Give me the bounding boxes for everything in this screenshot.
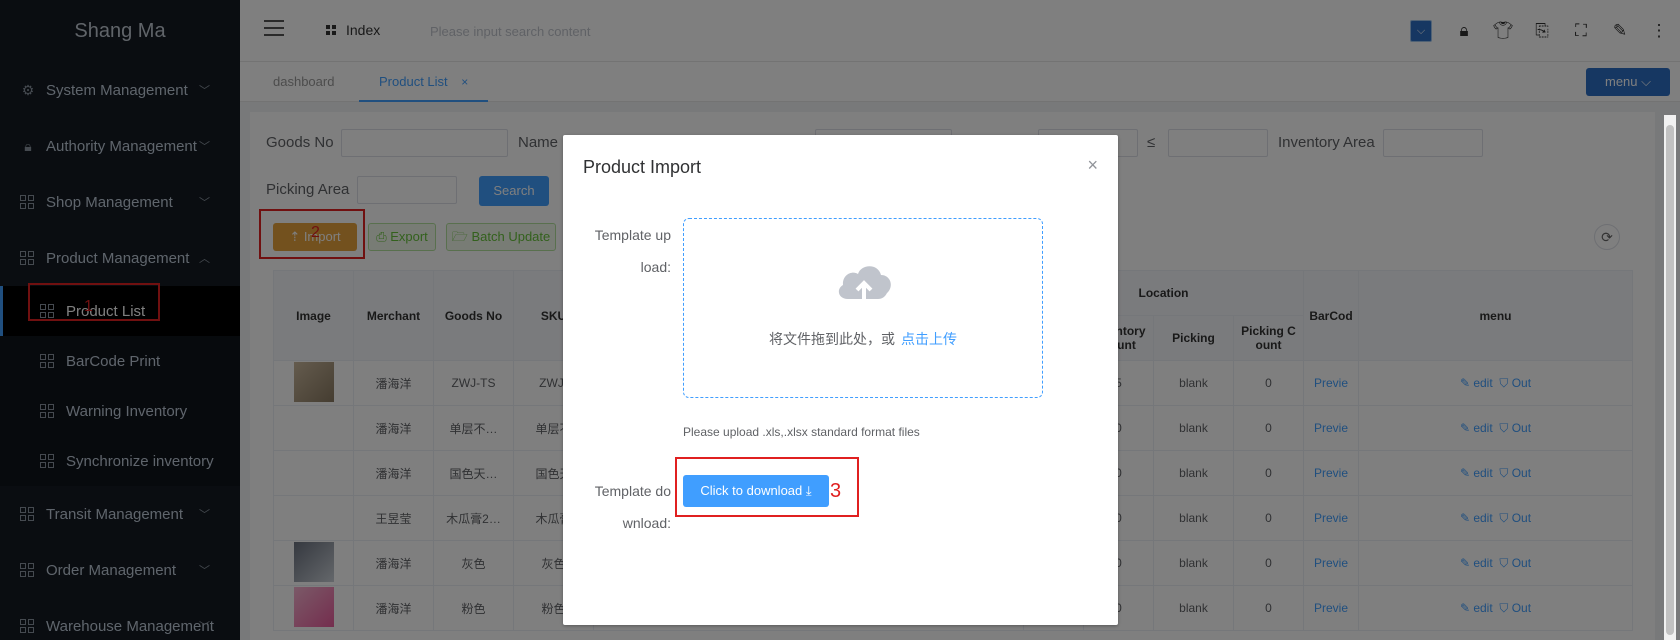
upload-tip: Please upload .xls,.xlsx standard format… bbox=[683, 425, 920, 439]
upload-label: Template up load: bbox=[576, 219, 671, 283]
upload-label-line2: load: bbox=[640, 259, 671, 275]
scrollbar[interactable] bbox=[1664, 115, 1676, 640]
upload-text: 将文件拖到此处，或 点击上传 bbox=[684, 329, 1042, 349]
annotation-number-3: 3 bbox=[830, 480, 842, 502]
cloud-upload-icon bbox=[838, 266, 891, 301]
download-label: Template do wnload: bbox=[576, 475, 671, 539]
drag-text: 将文件拖到此处，或 bbox=[769, 331, 895, 347]
upload-label-line1: Template up bbox=[594, 227, 671, 243]
dialog-title: Product Import bbox=[583, 157, 702, 177]
click-upload-link[interactable]: 点击上传 bbox=[901, 331, 957, 347]
download-label-line1: Template do bbox=[594, 483, 671, 499]
close-icon[interactable]: × bbox=[1087, 155, 1098, 176]
download-label-line2: wnload: bbox=[622, 515, 671, 531]
upload-dropzone[interactable]: 将文件拖到此处，或 点击上传 bbox=[683, 218, 1043, 398]
scrollbar-thumb[interactable] bbox=[1666, 125, 1674, 635]
product-import-dialog: Product Import × Template up load: 将文件拖到… bbox=[563, 135, 1118, 625]
